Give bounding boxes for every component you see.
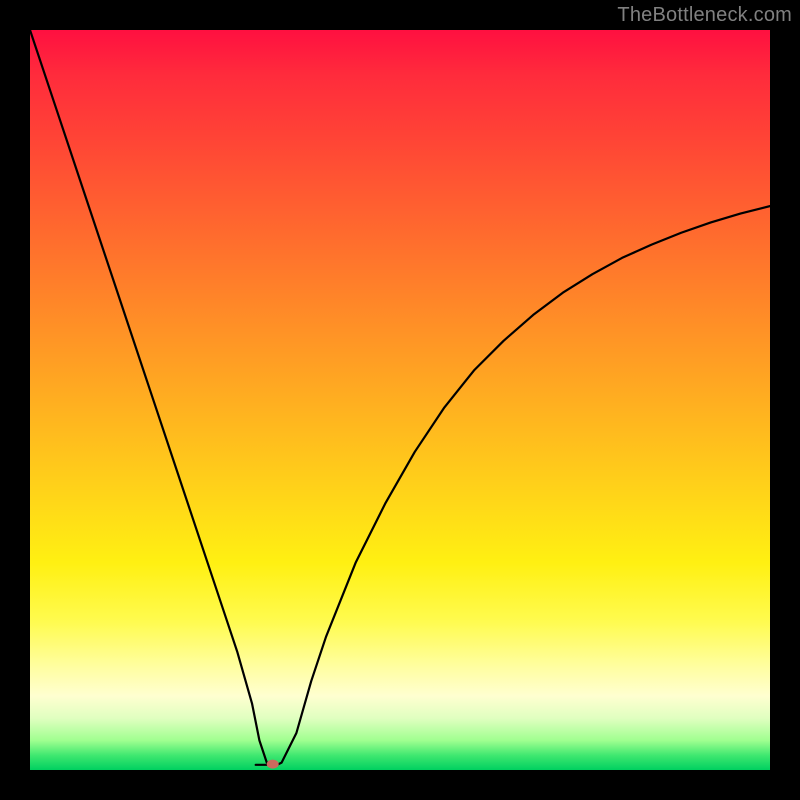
chart-container: TheBottleneck.com	[0, 0, 800, 800]
optimum-marker	[267, 760, 279, 769]
curve-layer	[30, 30, 770, 770]
bottleneck-curve	[30, 30, 770, 766]
attribution-label: TheBottleneck.com	[617, 4, 792, 27]
plot-area	[30, 30, 770, 770]
